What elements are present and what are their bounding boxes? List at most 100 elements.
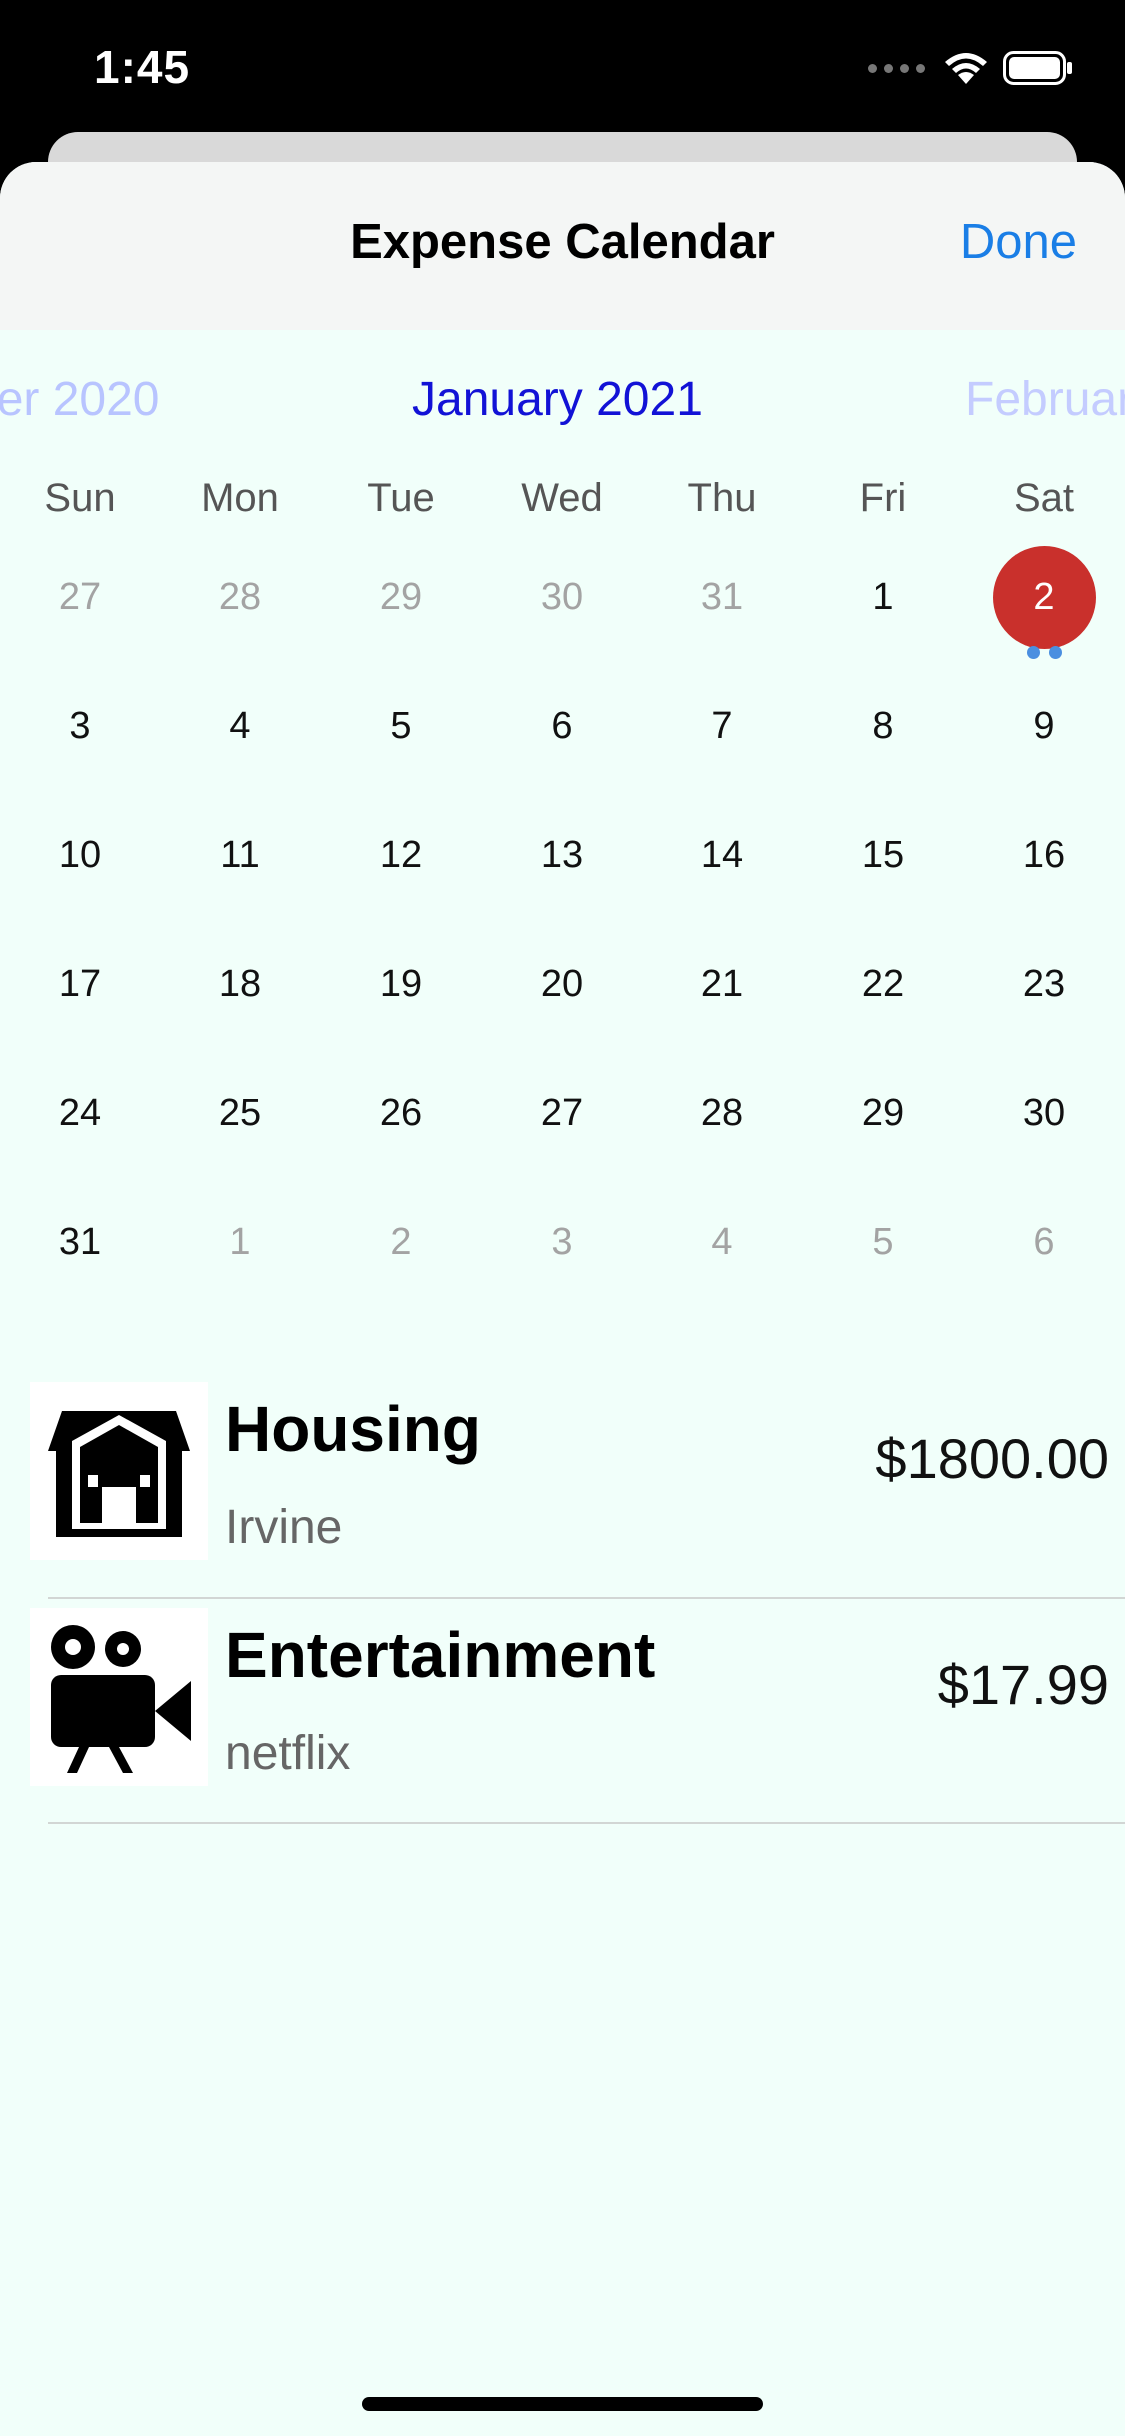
page-title: Expense Calendar: [350, 215, 775, 269]
calendar-day[interactable]: 4: [170, 671, 310, 781]
calendar-day[interactable]: 6: [492, 671, 632, 781]
day-number: 24: [58, 1092, 102, 1134]
day-number: 8: [872, 705, 894, 747]
day-number: 22: [861, 963, 905, 1005]
calendar-day[interactable]: 6: [974, 1187, 1114, 1297]
calendar-day[interactable]: 21: [652, 929, 792, 1039]
calendar-day[interactable]: 17: [10, 929, 150, 1039]
done-button[interactable]: Done: [960, 214, 1077, 270]
day-number: 31: [58, 1221, 102, 1263]
calendar-day[interactable]: 31: [652, 542, 792, 652]
calendar-day[interactable]: 19: [331, 929, 471, 1039]
day-number: 2: [390, 1221, 412, 1263]
calendar-day[interactable]: 3: [492, 1187, 632, 1297]
day-number: 19: [379, 963, 423, 1005]
day-number: 29: [861, 1092, 905, 1134]
day-number: 6: [1033, 1221, 1055, 1263]
calendar-day[interactable]: 10: [10, 800, 150, 910]
next-month-label[interactable]: Februar: [965, 372, 1125, 427]
calendar-day[interactable]: 11: [170, 800, 310, 910]
expense-row-entertainment[interactable]: Entertainment netflix $17.99: [0, 1608, 1125, 1832]
calendar-day[interactable]: 14: [652, 800, 792, 910]
event-dot: [1048, 646, 1062, 659]
day-number: 30: [1022, 1092, 1066, 1134]
day-number: 12: [379, 834, 423, 876]
weekday-label: Sat: [1013, 476, 1075, 520]
calendar-day[interactable]: 24: [10, 1058, 150, 1168]
expense-description: netflix: [225, 1727, 351, 1780]
day-number: 25: [218, 1092, 262, 1134]
weekday-label: Thu: [687, 476, 757, 520]
calendar-day[interactable]: 26: [331, 1058, 471, 1168]
day-number: 10: [58, 834, 102, 876]
weekday-label: Wed: [521, 476, 603, 520]
navigation-bar: Expense Calendar Done: [0, 162, 1125, 330]
calendar-day[interactable]: 29: [813, 1058, 953, 1168]
calendar-day[interactable]: 1: [170, 1187, 310, 1297]
expense-row-housing[interactable]: Housing Irvine $1800.00: [0, 1382, 1125, 1606]
day-number: 27: [540, 1092, 584, 1134]
event-dot: [1026, 646, 1040, 659]
weekday-header: Sun Mon Tue Wed Thu Fri Sat: [0, 476, 1125, 536]
day-number: 2: [992, 546, 1096, 649]
day-number: 18: [218, 963, 262, 1005]
day-number: 7: [711, 705, 733, 747]
calendar-day[interactable]: 27: [10, 542, 150, 652]
calendar-day[interactable]: 2: [331, 1187, 471, 1297]
event-indicator-dots: [974, 646, 1114, 659]
house-icon: [30, 1382, 208, 1560]
day-number: 14: [700, 834, 744, 876]
calendar-day[interactable]: 28: [652, 1058, 792, 1168]
calendar-day[interactable]: 7: [652, 671, 792, 781]
day-number: 17: [58, 963, 102, 1005]
status-time: 1:45: [94, 41, 191, 93]
day-number: 4: [711, 1221, 733, 1263]
calendar-day[interactable]: 16: [974, 800, 1114, 910]
day-number: 28: [218, 576, 262, 618]
calendar-day[interactable]: 30: [974, 1058, 1114, 1168]
calendar-day[interactable]: 25: [170, 1058, 310, 1168]
calendar-day[interactable]: 5: [331, 671, 471, 781]
status-icons: [868, 48, 1073, 88]
expense-amount: $1800.00: [875, 1427, 1109, 1490]
day-number: 15: [861, 834, 905, 876]
calendar-day-selected[interactable]: 2: [974, 542, 1114, 659]
day-number: 20: [540, 963, 584, 1005]
calendar-day[interactable]: 9: [974, 671, 1114, 781]
day-number: 16: [1022, 834, 1066, 876]
previous-month-label[interactable]: ber 2020: [0, 372, 160, 427]
weekday-label: Fri: [859, 476, 907, 520]
weekday-label: Mon: [201, 476, 279, 520]
wifi-icon: [945, 53, 987, 84]
calendar-day[interactable]: 3: [10, 671, 150, 781]
calendar-day[interactable]: 30: [492, 542, 632, 652]
day-number: 5: [390, 705, 412, 747]
calendar-day[interactable]: 22: [813, 929, 953, 1039]
status-bar: 1:45: [0, 0, 1125, 135]
home-indicator[interactable]: [362, 2397, 763, 2411]
calendar-day[interactable]: 23: [974, 929, 1114, 1039]
weekday-label: Tue: [367, 476, 435, 520]
calendar-day[interactable]: 4: [652, 1187, 792, 1297]
calendar-day[interactable]: 31: [10, 1187, 150, 1297]
calendar-day[interactable]: 5: [813, 1187, 953, 1297]
calendar-day[interactable]: 29: [331, 542, 471, 652]
cellular-signal-icon: [868, 63, 925, 73]
calendar-day[interactable]: 27: [492, 1058, 632, 1168]
calendar-day[interactable]: 18: [170, 929, 310, 1039]
calendar-day[interactable]: 8: [813, 671, 953, 781]
calendar-day[interactable]: 15: [813, 800, 953, 910]
calendar-day[interactable]: 20: [492, 929, 632, 1039]
calendar-day[interactable]: 12: [331, 800, 471, 910]
video-camera-icon: [30, 1608, 208, 1786]
expense-amount: $17.99: [937, 1653, 1109, 1716]
calendar-day[interactable]: 28: [170, 542, 310, 652]
expense-category: Entertainment: [225, 1619, 656, 1691]
calendar-day[interactable]: 1: [813, 542, 953, 652]
day-number: 13: [540, 834, 584, 876]
battery-icon: [1003, 51, 1072, 85]
calendar-day[interactable]: 13: [492, 800, 632, 910]
weekday-label: Sun: [44, 476, 116, 520]
day-number: 30: [540, 576, 584, 618]
current-month-label: January 2021: [412, 373, 703, 426]
